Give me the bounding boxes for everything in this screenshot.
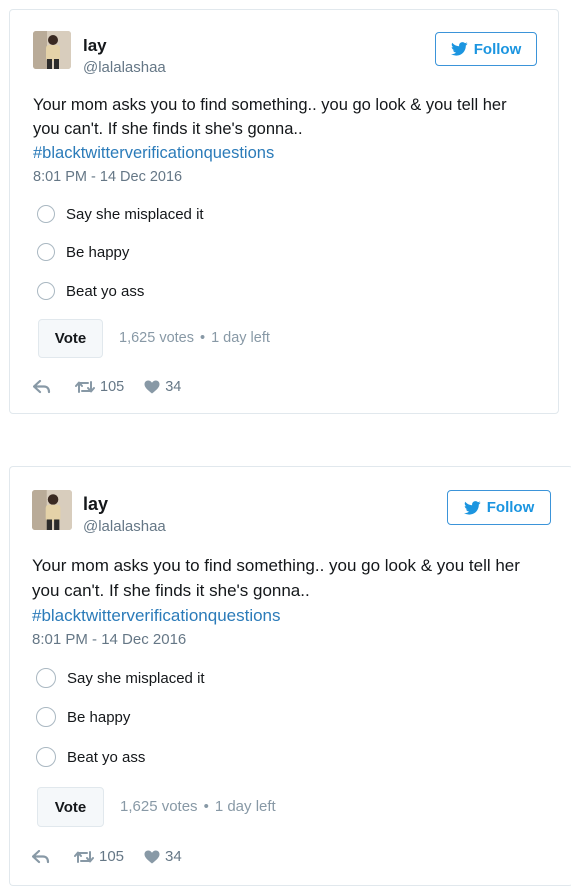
poll-option[interactable]: Be happy [36,707,130,727]
poll-option-label: Say she misplaced it [67,669,205,687]
hashtag-link[interactable]: #blacktwitterverificationquestions [33,144,274,162]
hashtag-link[interactable]: #blacktwitterverificationquestions [32,606,281,625]
tweet-text: Your mom asks you to find something.. yo… [33,93,523,165]
avatar-image [32,490,72,530]
poll-option-label: Say she misplaced it [66,205,204,223]
avatar-image [33,31,71,69]
like-action[interactable]: 34 [144,379,181,395]
separator-dot: • [203,798,209,815]
vote-count: 1,625 votes [120,798,198,815]
poll-option[interactable]: Beat yo ass [37,282,144,300]
retweet-action[interactable]: 105 [74,848,124,865]
retweet-icon [75,381,95,393]
poll-option-label: Beat yo ass [67,748,146,766]
time-left: 1 day left [211,330,270,346]
avatar[interactable] [32,490,72,530]
tweet-timestamp[interactable]: 8:01 PM - 14 Dec 2016 [32,631,186,648]
poll-option-label: Be happy [67,708,131,726]
vote-button[interactable]: Vote [38,319,103,358]
like-count: 34 [165,379,182,395]
avatar[interactable] [33,31,71,69]
radio-icon[interactable] [37,282,55,300]
tweet-body: Your mom asks you to find something.. yo… [33,96,507,138]
retweet-icon [74,850,94,863]
poll-meta: 1,625 votes • 1 day left [119,330,270,346]
radio-icon[interactable] [36,707,56,727]
retweet-count: 105 [99,848,125,865]
tweet-actions: 105 34 [33,379,181,395]
tweet-card: lay @lalalashaa Follow Your mom asks you… [9,466,571,886]
follow-button[interactable]: Follow [435,32,537,66]
reply-icon [32,849,50,863]
follow-button[interactable]: Follow [447,490,551,525]
author-handle[interactable]: @lalalashaa [83,59,166,76]
author-name[interactable]: lay [83,494,108,515]
poll-option[interactable]: Say she misplaced it [37,205,204,223]
reply-action[interactable] [33,380,51,394]
heart-icon [144,380,160,394]
poll-option-label: Be happy [66,243,130,261]
reply-action[interactable] [32,849,50,864]
tweet-body: Your mom asks you to find something.. yo… [32,556,520,600]
author-handle[interactable]: @lalalashaa [83,518,166,535]
poll-option-label: Beat yo ass [66,282,145,300]
reply-icon [33,380,51,394]
vote-button[interactable]: Vote [37,787,104,827]
vote-count: 1,625 votes [119,330,194,346]
poll-option[interactable]: Beat yo ass [36,747,145,767]
radio-icon[interactable] [36,747,56,767]
heart-icon [144,850,160,863]
separator-dot: • [199,330,206,346]
radio-icon[interactable] [37,205,55,223]
like-action[interactable]: 34 [144,848,182,865]
time-left: 1 day left [214,798,276,815]
retweet-count: 105 [100,379,125,395]
follow-label: Follow [473,40,522,58]
twitter-bird-icon [463,500,481,515]
radio-icon[interactable] [36,668,56,688]
tweet-text: Your mom asks you to find something.. yo… [32,553,542,628]
retweet-action[interactable]: 105 [75,379,124,395]
like-count: 34 [165,848,182,865]
tweet-actions: 105 34 [32,848,182,865]
poll-option[interactable]: Be happy [37,243,129,261]
follow-label: Follow [486,499,535,516]
poll-option[interactable]: Say she misplaced it [36,668,205,688]
tweet-timestamp[interactable]: 8:01 PM - 14 Dec 2016 [33,169,182,185]
tweet-card: lay @lalalashaa Follow Your mom asks you… [9,9,559,414]
radio-icon[interactable] [37,243,55,261]
author-name[interactable]: lay [83,36,107,56]
poll-meta: 1,625 votes • 1 day left [120,798,276,815]
twitter-bird-icon [450,42,468,56]
